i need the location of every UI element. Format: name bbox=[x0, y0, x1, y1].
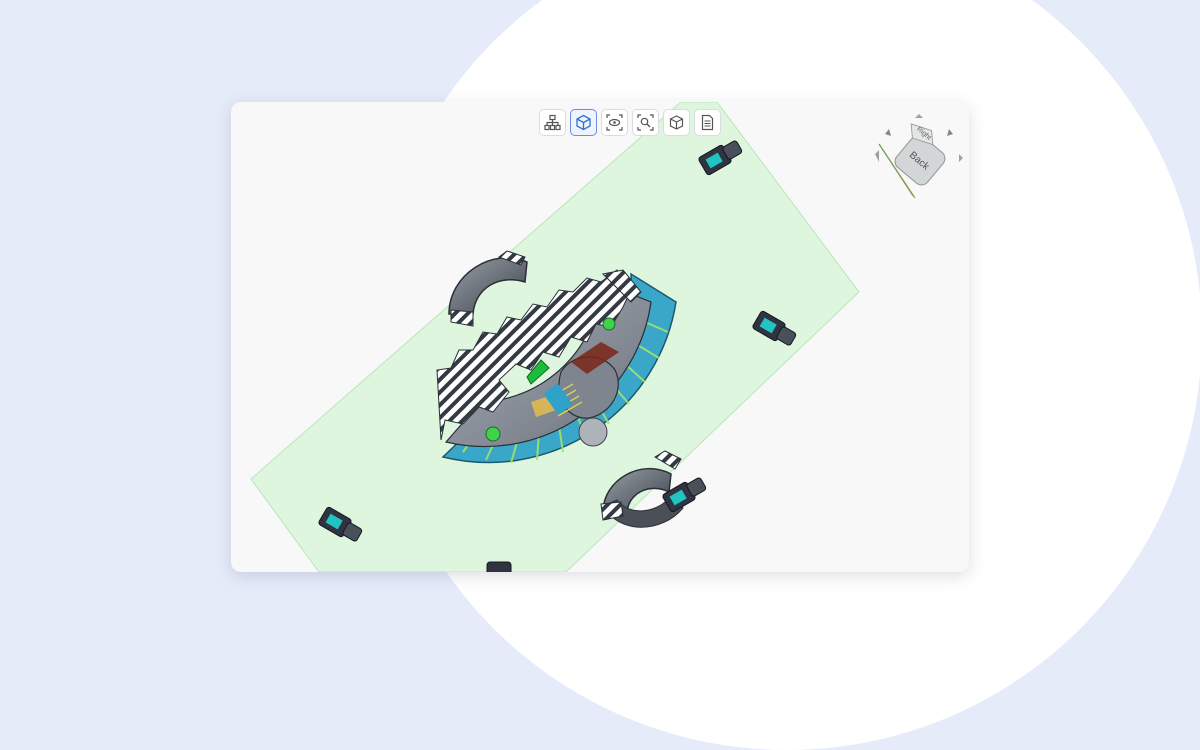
left-arrow-icon[interactable] bbox=[875, 150, 879, 162]
right-arrow-icon[interactable] bbox=[959, 154, 963, 162]
tree-button[interactable] bbox=[539, 109, 566, 136]
cube-view-button[interactable] bbox=[570, 109, 597, 136]
viewer-toolbar bbox=[539, 109, 721, 136]
box-icon bbox=[669, 115, 684, 130]
model-viewport[interactable] bbox=[231, 102, 969, 572]
hierarchy-tree-icon bbox=[544, 114, 561, 131]
rotate-left-arrow-icon[interactable] bbox=[885, 129, 891, 136]
zoom-fit-icon bbox=[637, 114, 654, 131]
rotate-right-arrow-icon[interactable] bbox=[947, 129, 953, 136]
model-button[interactable] bbox=[663, 109, 690, 136]
document-button[interactable] bbox=[694, 109, 721, 136]
eye-frame-icon bbox=[606, 114, 623, 131]
document-icon bbox=[701, 114, 714, 131]
fit-view-button[interactable] bbox=[632, 109, 659, 136]
navigation-cube[interactable]: Back Right bbox=[871, 110, 967, 206]
visibility-button[interactable] bbox=[601, 109, 628, 136]
bolt[interactable] bbox=[486, 561, 512, 572]
cube-icon bbox=[576, 114, 591, 131]
3d-viewer[interactable]: Back Right bbox=[231, 102, 969, 572]
up-arrow-icon[interactable] bbox=[915, 114, 923, 118]
